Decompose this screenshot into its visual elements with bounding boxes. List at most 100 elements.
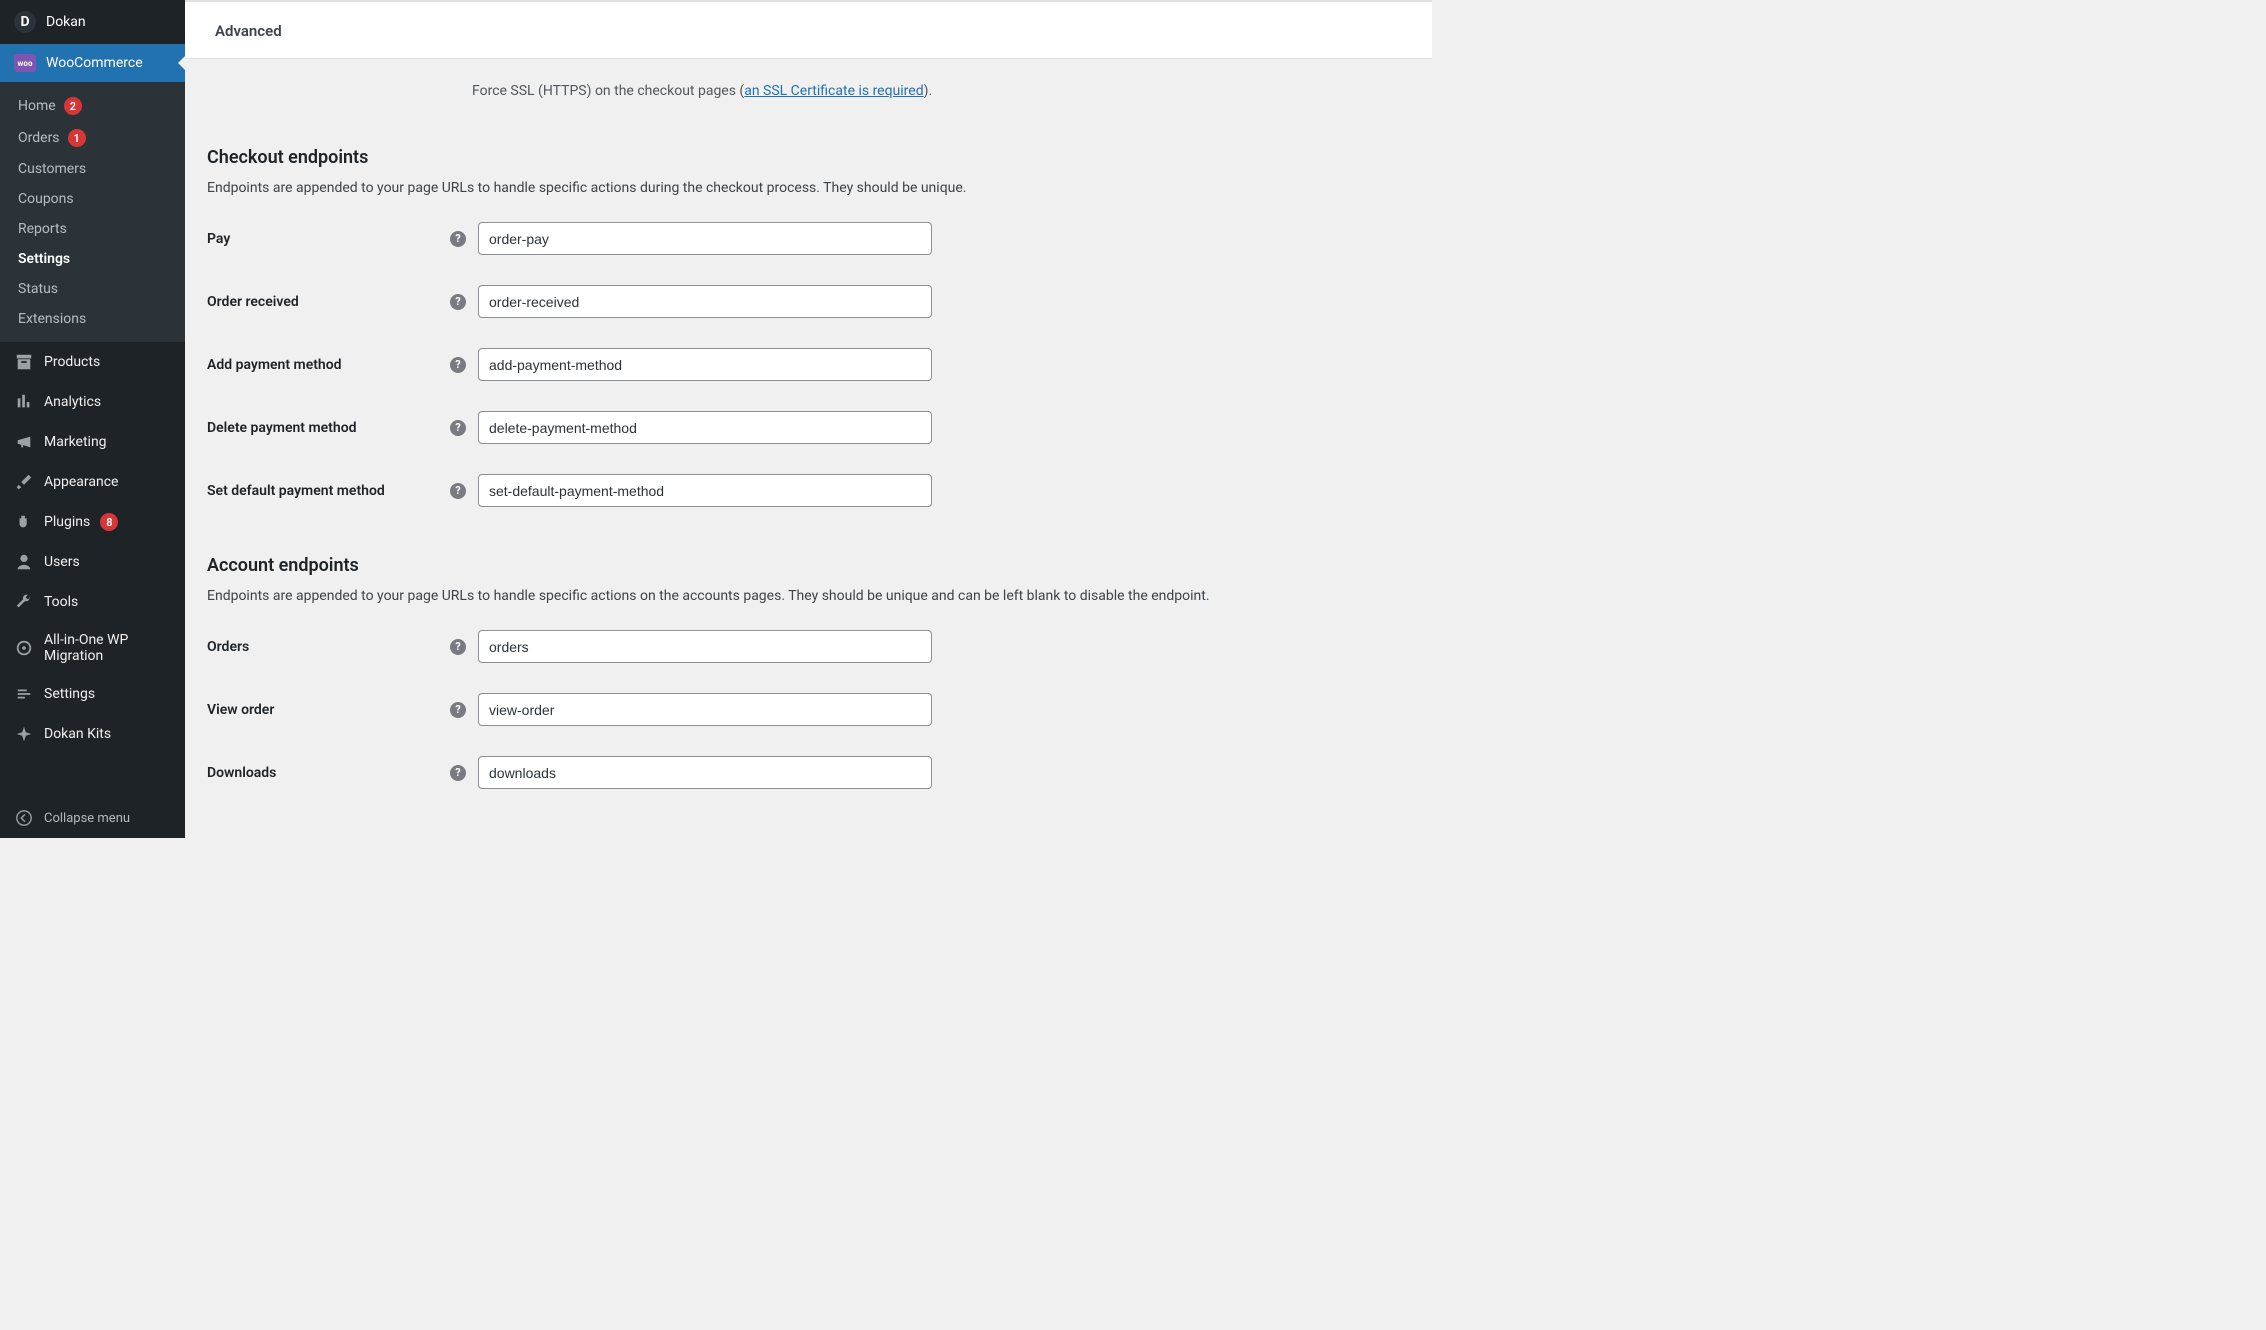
label-set-default-payment-method: Set default payment method — [207, 483, 450, 499]
submenu-label: Settings — [18, 251, 70, 267]
sidebar-item-users[interactable]: Users — [0, 542, 185, 582]
label-add-payment-method: Add payment method — [207, 357, 450, 373]
label-view-order: View order — [207, 702, 450, 718]
sidebar-item-label: All-in-One WP Migration — [44, 632, 171, 664]
chart-bar-icon — [14, 392, 34, 412]
count-badge: 2 — [64, 97, 82, 115]
row-downloads: Downloads ? — [207, 756, 1432, 789]
tab-advanced[interactable]: Advanced — [215, 22, 282, 40]
wrench-icon — [14, 592, 34, 612]
input-downloads[interactable] — [478, 756, 932, 789]
sidebar-item-appearance[interactable]: Appearance — [0, 462, 185, 502]
input-order-received[interactable] — [478, 285, 932, 318]
archive-icon — [14, 352, 34, 372]
submenu-label: Orders — [18, 130, 60, 146]
submenu-label: Coupons — [18, 191, 74, 207]
megaphone-icon — [14, 432, 34, 452]
help-icon[interactable]: ? — [450, 765, 466, 781]
account-endpoints-desc: Endpoints are appended to your page URLs… — [207, 588, 1432, 604]
row-pay: Pay ? — [207, 222, 1432, 255]
row-order-received: Order received ? — [207, 285, 1432, 318]
submenu-item-orders[interactable]: Orders 1 — [0, 122, 185, 154]
input-set-default-payment-method[interactable] — [478, 474, 932, 507]
sidebar-item-label: Products — [44, 354, 100, 370]
submenu-item-extensions[interactable]: Extensions — [0, 304, 185, 334]
row-view-order: View order ? — [207, 693, 1432, 726]
checkout-endpoints-title: Checkout endpoints — [207, 147, 1432, 168]
input-orders[interactable] — [478, 630, 932, 663]
user-icon — [14, 552, 34, 572]
sidebar-item-tools[interactable]: Tools — [0, 582, 185, 622]
label-downloads: Downloads — [207, 765, 450, 781]
admin-sidebar: D Dokan woo WooCommerce Home 2 Orders 1 … — [0, 0, 185, 838]
main-content: Advanced Force SSL (HTTPS) on the checko… — [185, 0, 1432, 838]
content-scroll[interactable]: Force SSL (HTTPS) on the checkout pages … — [185, 59, 1432, 838]
sidebar-item-dokan-kits[interactable]: Dokan Kits — [0, 714, 185, 754]
plug-icon — [14, 512, 34, 532]
help-icon[interactable]: ? — [450, 294, 466, 310]
input-add-payment-method[interactable] — [478, 348, 932, 381]
sidebar-top-label: Dokan — [46, 14, 86, 30]
sidebar-item-marketing[interactable]: Marketing — [0, 422, 185, 462]
sidebar-item-label: Analytics — [44, 394, 101, 410]
sidebar-item-label: Dokan Kits — [44, 726, 111, 742]
input-delete-payment-method[interactable] — [478, 411, 932, 444]
submenu-item-status[interactable]: Status — [0, 274, 185, 304]
help-icon[interactable]: ? — [450, 420, 466, 436]
sidebar-item-migration[interactable]: All-in-One WP Migration — [0, 622, 185, 674]
sidebar-item-products[interactable]: Products — [0, 342, 185, 382]
submenu-item-settings[interactable]: Settings — [0, 244, 185, 274]
collapse-menu-button[interactable]: Collapse menu — [0, 798, 185, 838]
sidebar-item-label: Users — [44, 554, 80, 570]
submenu-item-coupons[interactable]: Coupons — [0, 184, 185, 214]
count-badge: 8 — [100, 513, 118, 531]
ssl-prefix: Force SSL (HTTPS) on the checkout pages … — [472, 83, 744, 99]
label-order-received: Order received — [207, 294, 450, 310]
sidebar-item-plugins[interactable]: Plugins 8 — [0, 502, 185, 542]
label-pay: Pay — [207, 231, 450, 247]
submenu-label: Home — [18, 98, 56, 114]
dokan-logo-icon: D — [14, 11, 36, 33]
sidebar-item-label: Appearance — [44, 474, 118, 490]
brush-icon — [14, 472, 34, 492]
collapse-icon — [14, 808, 34, 828]
row-orders: Orders ? — [207, 630, 1432, 663]
ssl-link[interactable]: an SSL Certificate is required — [744, 83, 923, 99]
help-icon[interactable]: ? — [450, 483, 466, 499]
sidebar-item-label: WooCommerce — [46, 55, 143, 71]
sidebar-item-woocommerce[interactable]: woo WooCommerce — [0, 44, 185, 82]
submenu-item-customers[interactable]: Customers — [0, 154, 185, 184]
help-icon[interactable]: ? — [450, 639, 466, 655]
submenu-label: Extensions — [18, 311, 86, 327]
row-add-payment-method: Add payment method ? — [207, 348, 1432, 381]
sidebar-item-label: Tools — [44, 594, 78, 610]
checkout-endpoints-desc: Endpoints are appended to your page URLs… — [207, 180, 1432, 196]
help-icon[interactable]: ? — [450, 702, 466, 718]
sidebar-item-label: Plugins — [44, 514, 90, 530]
input-pay[interactable] — [478, 222, 932, 255]
collapse-label: Collapse menu — [44, 811, 130, 826]
row-delete-payment-method: Delete payment method ? — [207, 411, 1432, 444]
tab-header: Advanced — [185, 2, 1432, 59]
sidebar-item-label: Settings — [44, 686, 95, 702]
woocommerce-icon: woo — [14, 54, 36, 72]
help-icon[interactable]: ? — [450, 231, 466, 247]
sparkle-icon — [14, 724, 34, 744]
migration-icon — [14, 638, 34, 658]
sidebar-item-settings[interactable]: Settings — [0, 674, 185, 714]
row-set-default-payment-method: Set default payment method ? — [207, 474, 1432, 507]
help-icon[interactable]: ? — [450, 357, 466, 373]
submenu-label: Reports — [18, 221, 67, 237]
sidebar-top-dokan[interactable]: D Dokan — [0, 0, 185, 44]
ssl-suffix: ). — [924, 83, 933, 99]
account-endpoints-title: Account endpoints — [207, 555, 1432, 576]
submenu-item-reports[interactable]: Reports — [0, 214, 185, 244]
submenu-label: Status — [18, 281, 58, 297]
ssl-text: Force SSL (HTTPS) on the checkout pages … — [472, 83, 1432, 99]
woocommerce-submenu: Home 2 Orders 1 Customers Coupons Report… — [0, 82, 185, 342]
input-view-order[interactable] — [478, 693, 932, 726]
count-badge: 1 — [68, 129, 86, 147]
submenu-label: Customers — [18, 161, 86, 177]
sidebar-item-analytics[interactable]: Analytics — [0, 382, 185, 422]
submenu-item-home[interactable]: Home 2 — [0, 90, 185, 122]
